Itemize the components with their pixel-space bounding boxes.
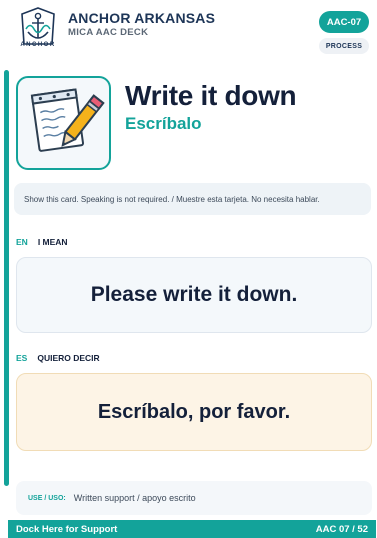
card-header: ANCHOR ANCHOR ARKANSAS MICA AAC DECK AAC… bbox=[0, 0, 377, 60]
use-info-box: USE / USO: Written support / apoyo escri… bbox=[16, 481, 372, 515]
use-text: Written support / apoyo escrito bbox=[73, 493, 196, 503]
footer-support-text: Dock Here for Support bbox=[16, 523, 118, 535]
deck-name: MICA AAC DECK bbox=[68, 27, 149, 38]
logo-wordmark: ANCHOR bbox=[20, 42, 56, 48]
language-label-es: QUIERO DECIR bbox=[37, 353, 100, 363]
card-title-spanish: Escríbalo bbox=[125, 114, 202, 133]
card-title-english: Write it down bbox=[125, 80, 297, 111]
category-badge: PROCESS bbox=[319, 38, 369, 54]
notepad-pencil-icon bbox=[30, 88, 105, 152]
card-code-badge: AAC-07 bbox=[319, 11, 369, 33]
aac-card: ANCHOR ANCHOR ARKANSAS MICA AAC DECK AAC… bbox=[0, 0, 377, 538]
language-label-en: I MEAN bbox=[37, 237, 68, 247]
english-section-label: EN I MEAN bbox=[16, 237, 68, 247]
instruction-banner: Show this card. Speaking is not required… bbox=[14, 183, 371, 215]
hero-image bbox=[16, 76, 111, 170]
footer-page-count: AAC 07 / 52 bbox=[315, 523, 368, 535]
spanish-section-label: ES QUIERO DECIR bbox=[16, 353, 100, 363]
language-code-en: EN bbox=[16, 237, 28, 247]
language-code-es: ES bbox=[16, 353, 28, 363]
accent-bar bbox=[4, 70, 9, 486]
card-footer: Dock Here for Support AAC 07 / 52 bbox=[8, 520, 376, 538]
use-label: USE / USO: bbox=[28, 494, 66, 502]
english-phrase-box: Please write it down. bbox=[16, 257, 372, 333]
brand-name: ANCHOR ARKANSAS bbox=[68, 10, 216, 26]
spanish-phrase-box: Escríbalo, por favor. bbox=[16, 373, 372, 451]
